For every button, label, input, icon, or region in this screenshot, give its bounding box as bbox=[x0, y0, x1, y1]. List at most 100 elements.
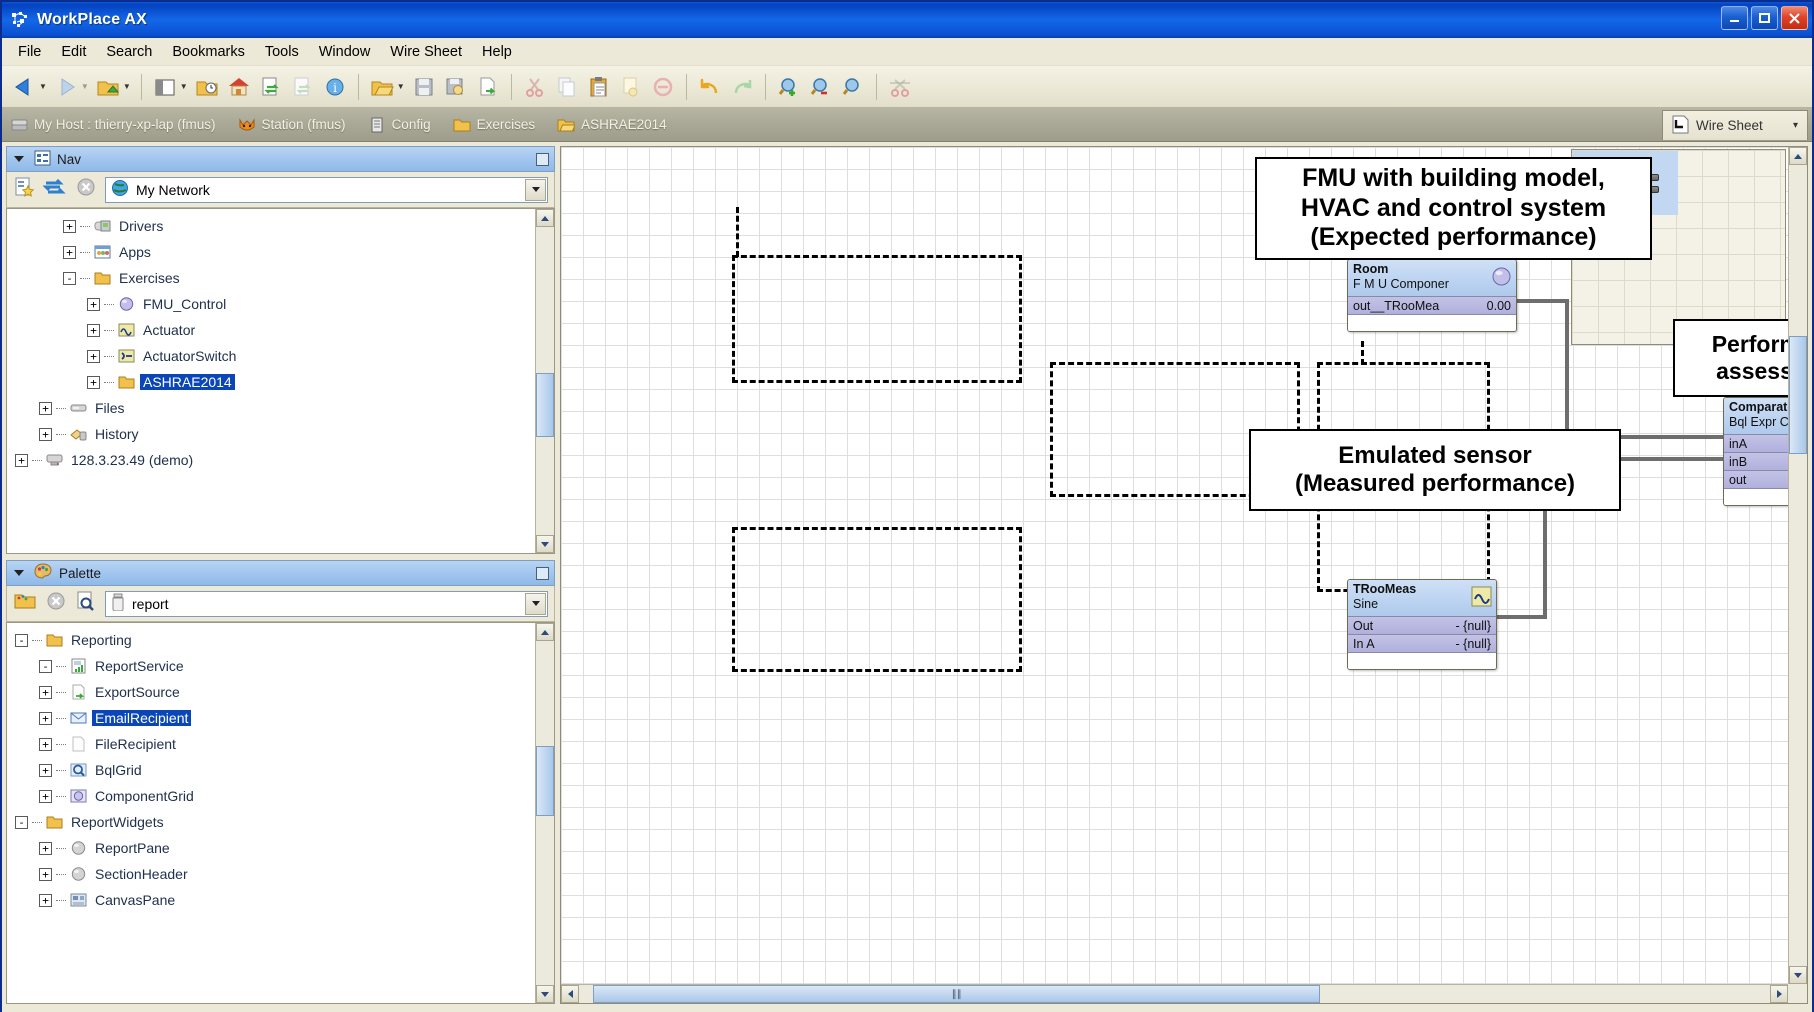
stop-x-icon[interactable] bbox=[45, 590, 67, 617]
nav-panel-header[interactable]: Nav bbox=[6, 146, 555, 172]
block-troomeas[interactable]: TRooMeas Sine Out - {null} In A - {null} bbox=[1347, 579, 1497, 670]
nav-network-combo[interactable]: My Network bbox=[105, 176, 548, 203]
chevron-down-icon[interactable]: ▼ bbox=[39, 82, 47, 91]
tree-item-ashrae2014[interactable]: + ASHRAE2014 bbox=[7, 369, 554, 395]
scroll-thumb[interactable] bbox=[536, 373, 554, 438]
forward-button[interactable]: ▼ bbox=[50, 70, 92, 104]
search-icon[interactable] bbox=[75, 590, 97, 617]
scroll-track[interactable] bbox=[1789, 453, 1807, 966]
tree-item-exportsource[interactable]: + ExportSource bbox=[7, 679, 554, 705]
redo-button[interactable] bbox=[726, 70, 758, 104]
scroll-track[interactable] bbox=[1320, 985, 1770, 1003]
view-selector-wire-sheet[interactable]: Wire Sheet ▾ bbox=[1662, 110, 1808, 140]
palette-vertical-scrollbar[interactable] bbox=[535, 623, 554, 1003]
menu-wire-sheet[interactable]: Wire Sheet bbox=[380, 41, 472, 63]
sheet-horizontal-scrollbar[interactable]: ∥∥ bbox=[561, 984, 1788, 1003]
expand-expander-icon[interactable]: + bbox=[39, 867, 52, 881]
tree-item-reportservice[interactable]: - ReportService bbox=[7, 653, 554, 679]
collapse-expander-icon[interactable]: - bbox=[15, 633, 28, 647]
menu-help[interactable]: Help bbox=[472, 41, 522, 63]
expand-expander-icon[interactable]: + bbox=[63, 219, 76, 233]
expand-expander-icon[interactable]: + bbox=[39, 841, 52, 855]
tree-item-componentgrid[interactable]: + ComponentGrid bbox=[7, 783, 554, 809]
scroll-thumb[interactable]: ∥∥ bbox=[593, 985, 1321, 1003]
scroll-up-button[interactable] bbox=[536, 209, 554, 227]
tree-item-actuatorswitch[interactable]: + ActuatorSwitch bbox=[7, 343, 554, 369]
palette-search-input[interactable]: report bbox=[105, 590, 548, 617]
chevron-down-icon[interactable]: ▼ bbox=[180, 82, 188, 91]
menu-edit[interactable]: Edit bbox=[51, 41, 96, 63]
collapse-expander-icon[interactable]: - bbox=[15, 815, 28, 829]
menu-tools[interactable]: Tools bbox=[255, 41, 309, 63]
tree-item-exercises[interactable]: - Exercises bbox=[7, 265, 554, 291]
open-button[interactable]: ▼ bbox=[366, 70, 408, 104]
tree-item-apps[interactable]: + Apps bbox=[7, 239, 554, 265]
refresh-all-button[interactable] bbox=[287, 70, 319, 104]
home-button[interactable] bbox=[223, 70, 255, 104]
tree-item-filerecipient[interactable]: + FileRecipient bbox=[7, 731, 554, 757]
paste-button[interactable] bbox=[583, 70, 615, 104]
block-comparator[interactable]: ComparatorBql Expr CompinA0.00inBnanoutn… bbox=[1723, 397, 1788, 506]
sheet-vertical-scrollbar[interactable] bbox=[1788, 147, 1807, 984]
back-button[interactable]: ▼ bbox=[8, 70, 50, 104]
info-button[interactable]: i bbox=[319, 70, 351, 104]
scroll-up-button[interactable] bbox=[536, 623, 554, 641]
wire-sheet-canvas[interactable]: Room F M U Componer out__TRooMea 0.00 Compar… bbox=[561, 147, 1788, 984]
expand-expander-icon[interactable]: + bbox=[39, 427, 52, 441]
breadcrumb-exercises[interactable]: Exercises bbox=[453, 116, 535, 134]
stop-x-icon[interactable] bbox=[75, 176, 97, 203]
chevron-down-icon[interactable]: ▼ bbox=[123, 82, 131, 91]
scroll-track[interactable] bbox=[536, 437, 554, 535]
scroll-thumb[interactable] bbox=[1789, 335, 1807, 454]
breadcrumb-ashrae2014[interactable]: ASHRAE2014 bbox=[557, 116, 667, 134]
breadcrumb-my-host[interactable]: My Host : thierry-xp-lap (fmus) bbox=[10, 116, 216, 134]
expand-expander-icon[interactable]: + bbox=[39, 401, 52, 415]
chevron-down-icon[interactable]: ▼ bbox=[81, 82, 89, 91]
expand-expander-icon[interactable]: + bbox=[15, 453, 28, 467]
delete-button[interactable] bbox=[647, 70, 679, 104]
tree-item-canvaspane[interactable]: + CanvasPane bbox=[7, 887, 554, 913]
save-as-button[interactable] bbox=[440, 70, 472, 104]
maximize-button[interactable] bbox=[1751, 6, 1778, 30]
block-slot[interactable]: Out - {null} bbox=[1348, 616, 1496, 634]
tree-item-actuator[interactable]: + Actuator bbox=[7, 317, 554, 343]
scroll-track[interactable] bbox=[536, 816, 554, 985]
combo-arrow-button[interactable] bbox=[525, 592, 546, 615]
toggle-side-pane-button[interactable]: ▼ bbox=[149, 70, 191, 104]
expand-expander-icon[interactable]: + bbox=[39, 685, 52, 699]
nav-tree[interactable]: + Drivers + Apps - Exercises + FMU_Control + Actu… bbox=[6, 208, 555, 554]
block-slot[interactable]: outnan bbox=[1724, 470, 1788, 488]
scroll-track[interactable] bbox=[579, 985, 593, 1003]
breadcrumb-config[interactable]: Config bbox=[368, 116, 431, 134]
tree-item-reportpane[interactable]: + ReportPane bbox=[7, 835, 554, 861]
collapse-triangle-icon[interactable] bbox=[14, 156, 24, 162]
refresh-button[interactable] bbox=[255, 70, 287, 104]
expand-expander-icon[interactable]: + bbox=[87, 349, 100, 363]
minimize-button[interactable] bbox=[1721, 6, 1748, 30]
expand-expander-icon[interactable]: + bbox=[87, 375, 100, 389]
tree-item-drivers[interactable]: + Drivers bbox=[7, 213, 554, 239]
collapse-expander-icon[interactable]: - bbox=[63, 271, 76, 285]
close-button[interactable] bbox=[1781, 6, 1808, 30]
palette-folder-icon[interactable] bbox=[13, 590, 37, 617]
block-slot[interactable]: In A - {null} bbox=[1348, 634, 1496, 652]
zoom-in-button[interactable] bbox=[773, 70, 805, 104]
nav-maximize-button[interactable] bbox=[536, 152, 549, 166]
expand-expander-icon[interactable]: + bbox=[39, 763, 52, 777]
scroll-down-button[interactable] bbox=[536, 985, 554, 1003]
chevron-down-icon[interactable]: ▼ bbox=[397, 82, 405, 91]
scroll-down-button[interactable] bbox=[536, 535, 554, 553]
combo-arrow-button[interactable] bbox=[525, 178, 546, 201]
chevron-down-icon[interactable]: ▾ bbox=[1793, 120, 1798, 131]
expand-expander-icon[interactable]: + bbox=[39, 893, 52, 907]
zoom-reset-button[interactable] bbox=[837, 70, 869, 104]
collapse-triangle-icon[interactable] bbox=[14, 570, 24, 576]
tree-item-history[interactable]: + History bbox=[7, 421, 554, 447]
scroll-track[interactable] bbox=[536, 227, 554, 374]
menu-file[interactable]: File bbox=[8, 41, 51, 63]
nav-vertical-scrollbar[interactable] bbox=[535, 209, 554, 553]
palette-tree[interactable]: - Reporting - ReportService + ExportSource + Em… bbox=[6, 622, 555, 1004]
tree-item-sectionheader[interactable]: + SectionHeader bbox=[7, 861, 554, 887]
menu-window[interactable]: Window bbox=[309, 41, 381, 63]
recent-button[interactable] bbox=[191, 70, 223, 104]
